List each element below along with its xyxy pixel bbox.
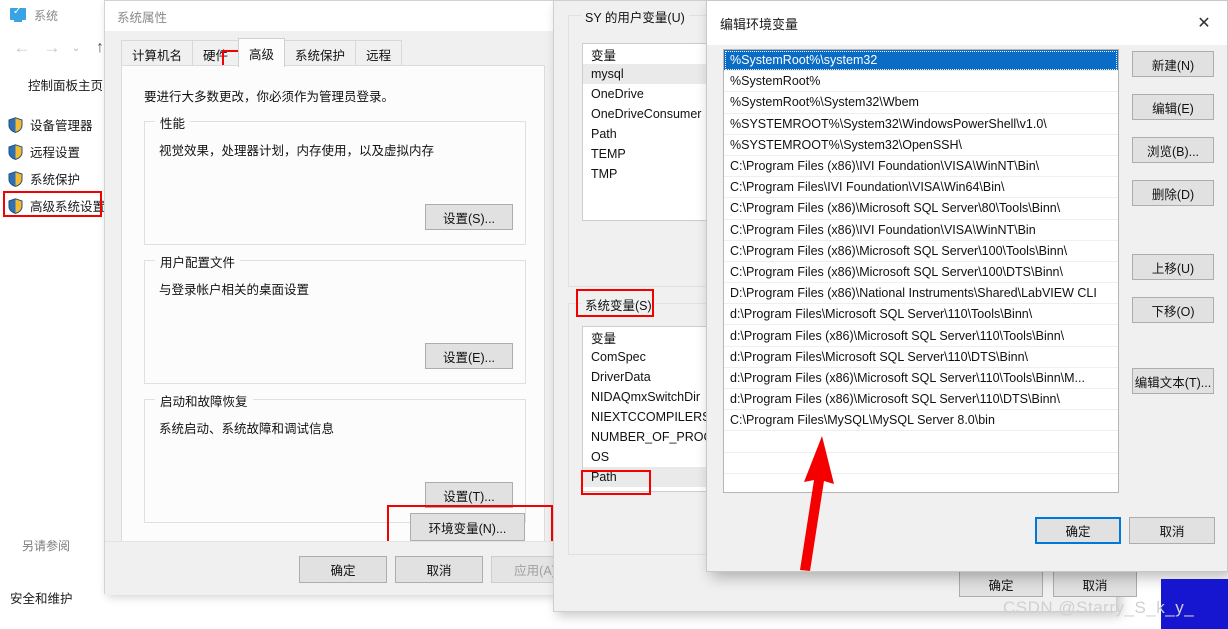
environment-variables-button[interactable]: 环境变量(N)...: [410, 513, 525, 541]
path-entry-row[interactable]: %SystemRoot%: [724, 71, 1118, 93]
path-entry-row[interactable]: %SYSTEMROOT%\System32\OpenSSH\: [724, 135, 1118, 156]
edit-ok-button[interactable]: 确定: [1035, 517, 1121, 544]
user-variables-group-label: SY 的用户变量(U): [581, 7, 689, 26]
sidebar-label: 高级系统设置: [30, 200, 106, 214]
csdn-watermark: CSDN @Starry_S_k_y_: [1003, 598, 1195, 617]
user-profiles-settings-button[interactable]: 设置(E)...: [425, 343, 513, 369]
path-entry-row[interactable]: %SystemRoot%\System32\Wbem: [724, 92, 1118, 114]
new-button[interactable]: 新建(N): [1132, 51, 1214, 77]
edit-dialog-title: 编辑环境变量: [720, 16, 799, 32]
performance-group-label: 性能: [155, 113, 191, 132]
user-profiles-group: 用户配置文件 与登录帐户相关的桌面设置 设置(E)...: [144, 252, 526, 384]
tab-system-protection[interactable]: 系统保护: [284, 40, 357, 67]
ev-cancel-button[interactable]: 取消: [1053, 571, 1137, 597]
path-entry-row[interactable]: %SYSTEMROOT%\System32\WindowsPowerShell\…: [724, 114, 1118, 135]
system-properties-body: 计算机名 硬件 高级 系统保护 远程 要进行大多数更改，你必须作为管理员登录。 …: [105, 31, 579, 595]
user-profiles-group-desc: 与登录帐户相关的桌面设置: [159, 283, 310, 297]
see-also-label: 另请参阅: [22, 539, 71, 553]
screenshot-root: 系统 ← → ⌄ ↑ 控制面板主页 设备管理器 远程设置 系统保护: [0, 0, 1228, 629]
edit-text-button[interactable]: 编辑文本(T)...: [1132, 368, 1214, 394]
path-entry-row[interactable]: d:\Program Files (x86)\Microsoft SQL Ser…: [724, 325, 1118, 347]
startup-recovery-group-label: 启动和故障恢复: [155, 391, 253, 410]
edit-dialog-side-buttons: 新建(N) 编辑(E) 浏览(B)... 删除(D) 上移(U) 下移(O) 编…: [1132, 51, 1214, 411]
back-arrow-icon[interactable]: ←: [8, 35, 36, 61]
path-entry-row[interactable]: C:\Program Files\IVI Foundation\VISA\Win…: [724, 177, 1118, 199]
path-entry-row[interactable]: d:\Program Files\Microsoft SQL Server\11…: [724, 304, 1118, 326]
sp-cancel-button[interactable]: 取消: [395, 556, 483, 583]
admin-note: 要进行大多数更改，你必须作为管理员登录。: [144, 90, 395, 104]
shield-icon: [8, 170, 23, 187]
path-entry-row[interactable]: d:\Program Files (x86)\Microsoft SQL Ser…: [724, 368, 1118, 389]
system-variables-group-label: 系统变量(S): [581, 295, 656, 314]
move-down-button[interactable]: 下移(O): [1132, 297, 1214, 323]
control-panel-title: 系统: [34, 8, 59, 23]
path-entry-row[interactable]: %SystemRoot%\system32: [724, 50, 1118, 72]
system-properties-dialog: 系统属性 计算机名 硬件 高级 系统保护 远程 要进行大多数更改，你必须作为管理…: [104, 0, 579, 595]
performance-settings-button[interactable]: 设置(S)...: [425, 204, 513, 230]
close-icon[interactable]: ✕: [1181, 8, 1227, 38]
chevron-down-icon[interactable]: ⌄: [68, 35, 84, 61]
edit-cancel-button[interactable]: 取消: [1129, 517, 1215, 544]
path-entry-row[interactable]: C:\Program Files (x86)\IVI Foundation\VI…: [724, 220, 1118, 241]
path-entry-row-mysql[interactable]: C:\Program Files\MySQL\MySQL Server 8.0\…: [724, 410, 1118, 432]
edit-dialog-titlebar: 编辑环境变量 ✕: [707, 1, 1227, 45]
path-entry-row[interactable]: C:\Program Files (x86)\Microsoft SQL Ser…: [724, 198, 1118, 220]
path-entry-row[interactable]: C:\Program Files (x86)\Microsoft SQL Ser…: [724, 262, 1118, 284]
delete-button[interactable]: 删除(D): [1132, 180, 1214, 206]
path-entry-row[interactable]: [724, 474, 1118, 492]
navigation-bar: ← → ⌄ ↑: [8, 34, 118, 62]
shield-icon: [8, 143, 23, 160]
tab-remote[interactable]: 远程: [355, 40, 403, 67]
forward-arrow-icon[interactable]: →: [38, 35, 66, 61]
path-entries-list[interactable]: %SystemRoot%\system32 %SystemRoot% %Syst…: [723, 49, 1119, 493]
path-entry-row[interactable]: [724, 453, 1118, 474]
browse-button[interactable]: 浏览(B)...: [1132, 137, 1214, 163]
performance-group-desc: 视觉效果，处理器计划，内存使用，以及虚拟内存: [159, 144, 435, 158]
edit-dialog-footer: 确定 取消: [707, 507, 1227, 571]
see-also-link-security-maintenance[interactable]: 安全和维护: [10, 588, 73, 607]
shield-icon: [8, 116, 23, 133]
system-properties-tabstrip: 计算机名 硬件 高级 系统保护 远程: [121, 37, 403, 67]
path-entry-row[interactable]: C:\Program Files (x86)\Microsoft SQL Ser…: [724, 241, 1118, 262]
sidebar-label: 设备管理器: [30, 119, 93, 133]
tab-advanced[interactable]: 高级: [238, 38, 286, 67]
edit-button[interactable]: 编辑(E): [1132, 94, 1214, 120]
sp-ok-button[interactable]: 确定: [299, 556, 387, 583]
path-entry-row[interactable]: C:\Program Files (x86)\IVI Foundation\VI…: [724, 156, 1118, 178]
move-up-button[interactable]: 上移(U): [1132, 254, 1214, 280]
user-profiles-group-label: 用户配置文件: [155, 252, 241, 271]
ev-ok-button[interactable]: 确定: [959, 571, 1043, 597]
path-entry-row[interactable]: [724, 431, 1118, 453]
monitor-check-icon: [10, 6, 26, 23]
path-entry-row[interactable]: D:\Program Files (x86)\National Instrume…: [724, 283, 1118, 305]
path-entry-row[interactable]: d:\Program Files\Microsoft SQL Server\11…: [724, 347, 1118, 368]
path-entry-row[interactable]: d:\Program Files (x86)\Microsoft SQL Ser…: [724, 389, 1118, 411]
startup-recovery-group-desc: 系统启动、系统故障和调试信息: [159, 422, 335, 436]
tab-hardware[interactable]: 硬件: [192, 40, 240, 67]
system-properties-footer: 确定 取消 应用(A): [105, 541, 579, 595]
tab-computer-name[interactable]: 计算机名: [121, 40, 194, 67]
system-properties-titlebar: 系统属性: [105, 1, 559, 31]
startup-recovery-settings-button[interactable]: 设置(T)...: [425, 482, 513, 508]
edit-environment-variable-dialog: 编辑环境变量 ✕ %SystemRoot%\system32 %SystemRo…: [706, 0, 1228, 572]
advanced-tab-page: 要进行大多数更改，你必须作为管理员登录。 性能 视觉效果，处理器计划，内存使用，…: [121, 65, 545, 551]
startup-recovery-group: 启动和故障恢复 系统启动、系统故障和调试信息 设置(T)...: [144, 391, 526, 523]
system-properties-title: 系统属性: [117, 10, 168, 25]
shield-icon: [8, 197, 23, 214]
performance-group: 性能 视觉效果，处理器计划，内存使用，以及虚拟内存 设置(S)...: [144, 113, 526, 245]
sidebar-label: 系统保护: [30, 173, 81, 187]
sidebar-label: 远程设置: [30, 146, 81, 160]
